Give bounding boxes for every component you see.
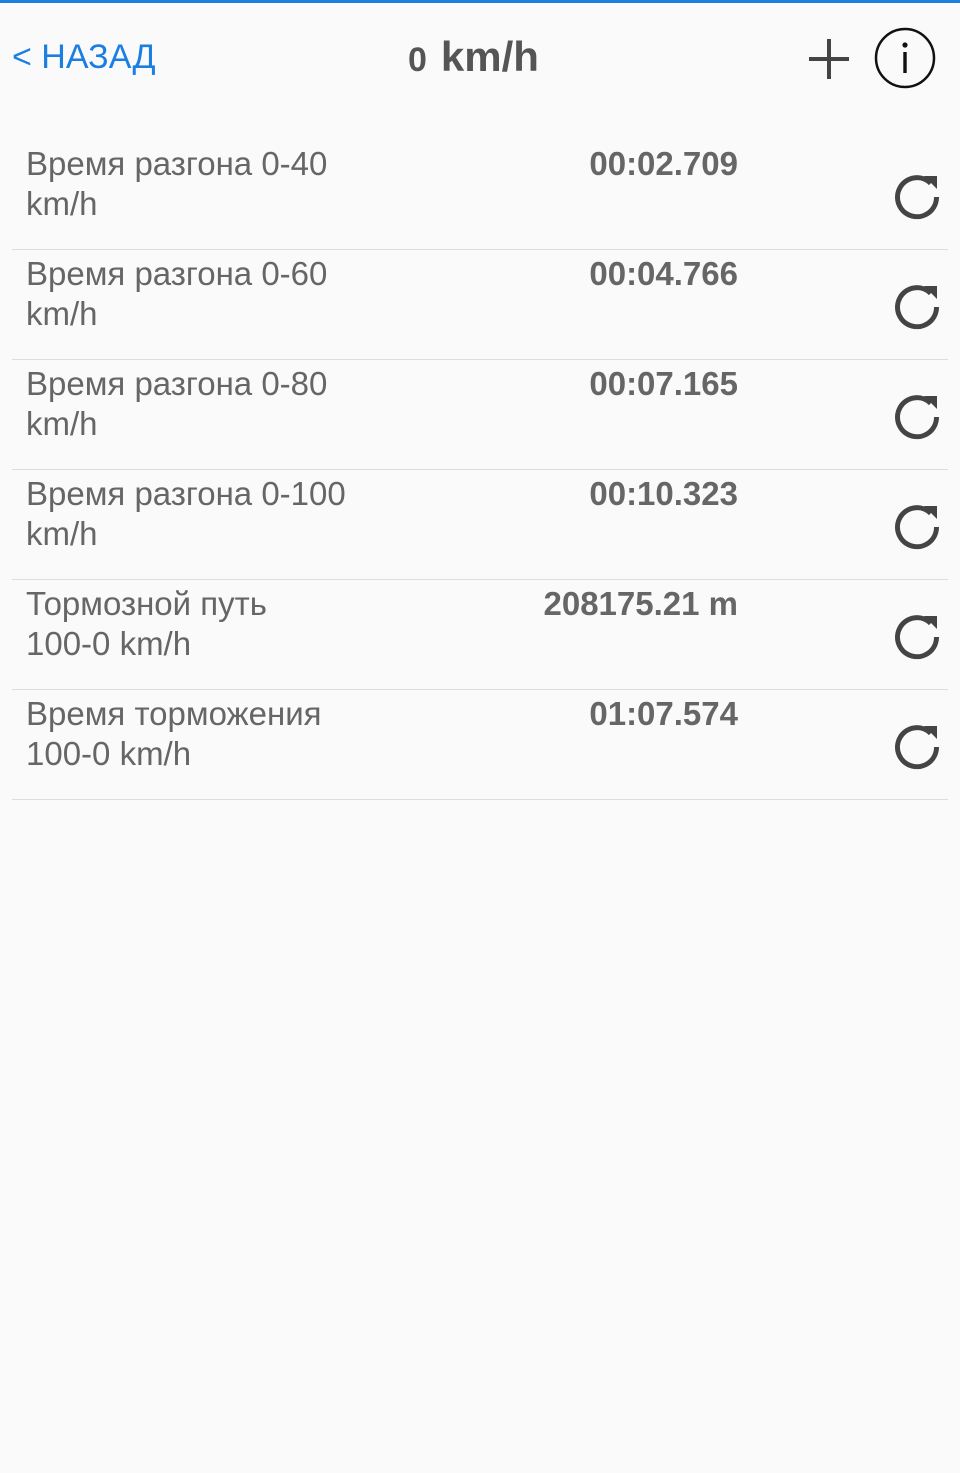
current-speed: 0 km/h: [408, 33, 539, 91]
speed-value: 0: [408, 41, 427, 79]
reset-button[interactable]: [890, 280, 944, 334]
result-value: 00:10.323: [589, 475, 738, 512]
list-item: Время разгона 0-80 km/h 00:07.165: [12, 360, 948, 470]
list-item: Тормозной путь 100-0 km/h 208175.21 m: [12, 580, 948, 690]
refresh-icon: [895, 175, 940, 220]
refresh-icon: [895, 285, 940, 330]
results-list: Время разгона 0-40 km/h 00:02.709 Время …: [12, 140, 948, 800]
speed-unit: km/h: [440, 33, 539, 80]
result-label: Время разгона 0-100 km/h: [26, 475, 346, 552]
result-value: 208175.21 m: [543, 585, 738, 622]
back-button[interactable]: < НАЗАД: [12, 36, 156, 78]
reset-button[interactable]: [890, 500, 944, 554]
result-label: Тормозной путь 100-0 km/h: [26, 585, 267, 662]
reset-button[interactable]: [890, 390, 944, 444]
header-bar: < НАЗАД 0 km/h: [0, 3, 960, 115]
list-item: Время торможения 100-0 km/h 01:07.574: [12, 690, 948, 800]
result-value: 00:07.165: [589, 365, 738, 402]
reset-button[interactable]: [890, 610, 944, 664]
result-value: 00:02.709: [589, 145, 738, 182]
result-label: Время торможения 100-0 km/h: [26, 695, 322, 772]
result-label: Время разгона 0-60 km/h: [26, 255, 328, 332]
refresh-icon: [895, 615, 940, 660]
list-item: Время разгона 0-100 km/h 00:10.323: [12, 470, 948, 580]
refresh-icon: [895, 725, 940, 770]
result-value: 00:04.766: [589, 255, 738, 292]
list-item: Время разгона 0-60 km/h 00:04.766: [12, 250, 948, 360]
refresh-icon: [895, 505, 940, 550]
reset-button[interactable]: [890, 720, 944, 774]
plus-icon: [809, 39, 849, 79]
info-button[interactable]: [874, 27, 936, 89]
result-value: 01:07.574: [589, 695, 738, 732]
result-label: Время разгона 0-80 km/h: [26, 365, 328, 442]
result-label: Время разгона 0-40 km/h: [26, 145, 328, 222]
list-item: Время разгона 0-40 km/h 00:02.709: [12, 140, 948, 250]
info-circle-icon: [874, 27, 936, 89]
refresh-icon: [895, 395, 940, 440]
add-button[interactable]: [806, 36, 852, 82]
reset-button[interactable]: [890, 170, 944, 224]
